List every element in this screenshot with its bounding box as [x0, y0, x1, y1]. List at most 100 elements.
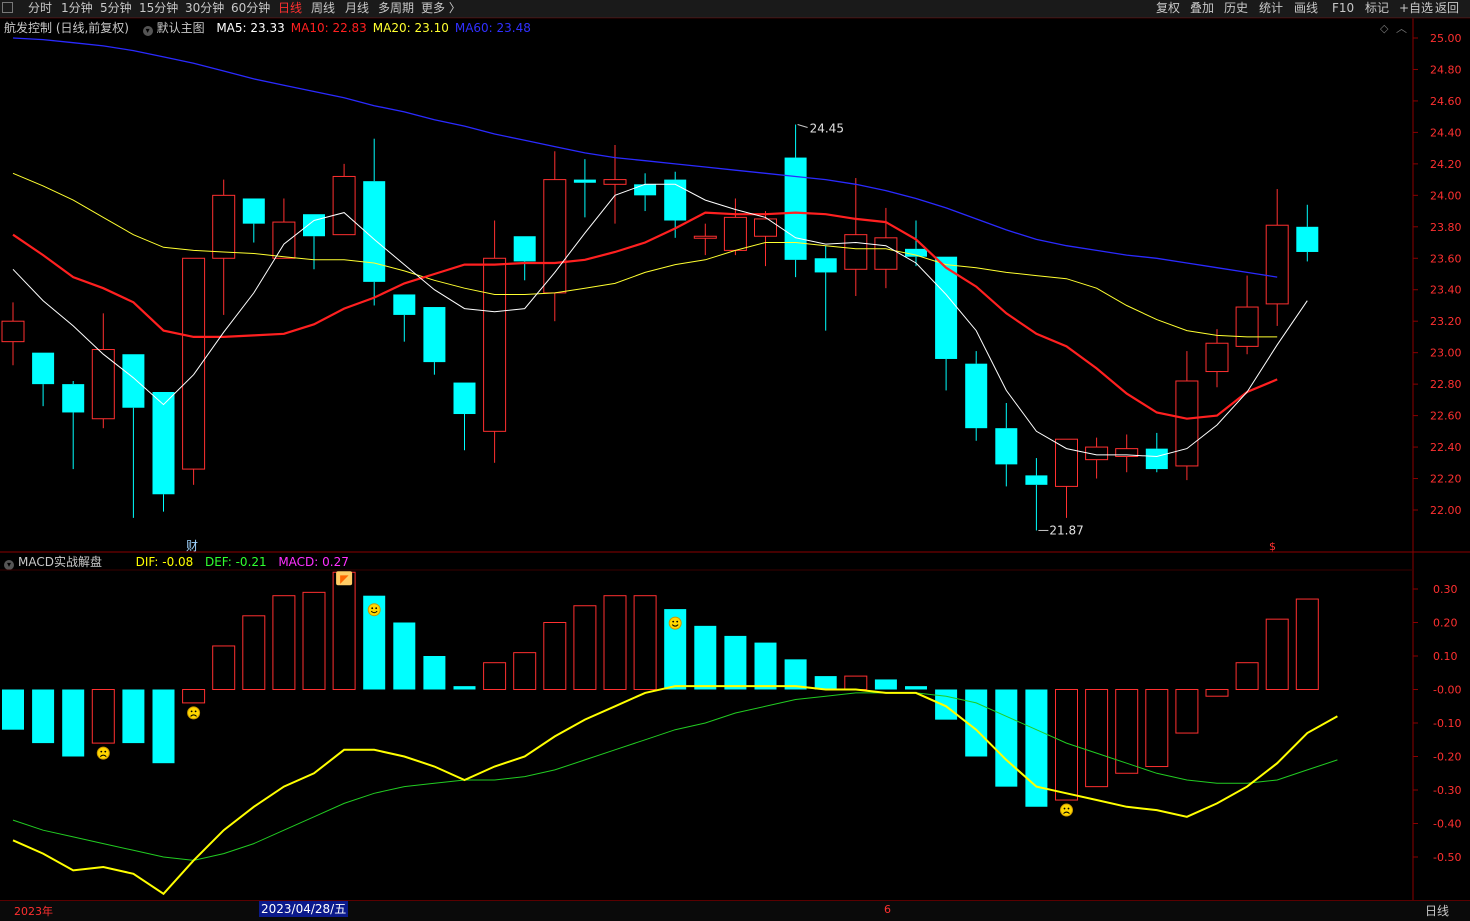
price-tick-label: 22.80 [1430, 378, 1462, 391]
macd-bar [754, 642, 777, 690]
candle-body [212, 194, 236, 259]
candle-body [874, 237, 898, 270]
candle-body [814, 258, 837, 273]
macd-bar [543, 622, 567, 690]
macd-bar [573, 605, 597, 690]
candle-body [1025, 475, 1048, 485]
high-marker-arrow [797, 124, 808, 129]
macd-bar [272, 595, 296, 691]
candle-body [1175, 380, 1199, 467]
macd-bar [1175, 689, 1199, 734]
sad-face-icon [187, 706, 201, 720]
macd-bar [332, 571, 356, 690]
candle-body [242, 198, 265, 224]
macd-tick-label: -0.50 [1433, 851, 1461, 864]
macd-bar [453, 686, 476, 690]
macd-bar [1085, 689, 1109, 788]
macd-bar [91, 689, 115, 744]
macd-bar [633, 595, 657, 691]
price-tick-label: 24.60 [1430, 95, 1462, 108]
macd-bar [302, 591, 326, 690]
face-eye [371, 607, 374, 610]
candle-body [965, 363, 988, 429]
face-eye [100, 750, 103, 753]
macd-bar [874, 679, 897, 690]
price-tick-label: 25.00 [1430, 32, 1462, 45]
dif-line [12, 685, 1338, 896]
candle-body [634, 184, 657, 196]
macd-bar [513, 652, 537, 691]
macd-bar [844, 675, 868, 690]
macd-bar [483, 662, 507, 691]
ma60-line [12, 37, 1278, 278]
candle-body [1235, 306, 1259, 347]
face-eye [194, 710, 197, 713]
candle-body [573, 179, 596, 183]
low-price-label: 21.87 [1049, 523, 1083, 537]
price-tick-label: 23.40 [1430, 284, 1462, 297]
price-tick-label: 23.20 [1430, 315, 1462, 328]
face-eye [190, 710, 193, 713]
candle-body [32, 352, 55, 385]
macd-tick-label: 0.30 [1433, 583, 1458, 596]
candle-body [1265, 224, 1289, 305]
macd-bar [212, 645, 236, 691]
candle-body [1205, 342, 1229, 373]
macd-bar [122, 689, 145, 744]
price-tick-label: 22.20 [1430, 473, 1462, 486]
period-label[interactable]: 日线 [1425, 902, 1449, 919]
high-price-label: 24.45 [810, 122, 844, 136]
candle-body [152, 392, 175, 495]
candle-body [453, 382, 476, 415]
sad-face-icon [96, 746, 110, 760]
macd-bar [603, 595, 627, 691]
face-eye [375, 607, 378, 610]
macd-bar [1145, 689, 1169, 768]
time-axis-bar: 2023年 2023/04/28/五 6 日线 [0, 900, 1470, 921]
price-tick-label: 22.40 [1430, 441, 1462, 454]
price-tick-label: 24.00 [1430, 189, 1462, 202]
macd-tick-label: -0.40 [1433, 818, 1461, 831]
candle-body [543, 179, 567, 294]
macd-tick-label: -0.00 [1433, 684, 1461, 697]
macd-bar [1265, 618, 1289, 691]
macd-bar [724, 635, 747, 690]
macd-bar [1295, 598, 1319, 690]
kline-chart[interactable]: 25.00 24.80 24.60 24.40 24.20 24.00 23.80 23.60… [0, 0, 1470, 920]
cursor-date-label: 2023/04/28/五 [259, 901, 349, 917]
candle-body [664, 179, 687, 221]
price-tick-label: 24.20 [1430, 158, 1462, 171]
face-eye [1067, 807, 1070, 810]
price-tick-label: 24.40 [1430, 126, 1462, 139]
macd-tick-label: -0.10 [1433, 717, 1461, 730]
def-line [12, 692, 1338, 861]
price-tick-label: 22.60 [1430, 410, 1462, 423]
candle-body [423, 307, 446, 363]
finance-report-marker: 财 [186, 539, 198, 553]
macd-tick-label: 0.20 [1433, 617, 1458, 630]
macd-bar [995, 689, 1018, 787]
macd-bar [2, 689, 24, 730]
candle-body [393, 294, 416, 315]
candle-body [693, 235, 717, 239]
macd-bar [62, 689, 85, 757]
price-tick-label: 23.80 [1430, 221, 1462, 234]
candle-body [995, 428, 1018, 465]
chevron-up-icon: ︿ [1396, 22, 1407, 35]
macd-bar [242, 615, 266, 690]
macd-bar [935, 689, 958, 720]
macd-bar [694, 625, 717, 690]
candle-body [483, 257, 507, 432]
candle-body [363, 181, 386, 282]
candle-body [303, 214, 325, 237]
macd-bar [182, 689, 206, 704]
macd-bar [1055, 689, 1078, 801]
face-eye [676, 620, 679, 623]
month-label: 6 [884, 903, 891, 916]
candle-body [784, 157, 807, 260]
price-tick-label: 22.00 [1430, 504, 1462, 517]
macd-bar [423, 656, 446, 690]
sad-face-icon [1060, 803, 1073, 817]
macd-bar [905, 686, 927, 690]
candle-body [754, 218, 777, 237]
